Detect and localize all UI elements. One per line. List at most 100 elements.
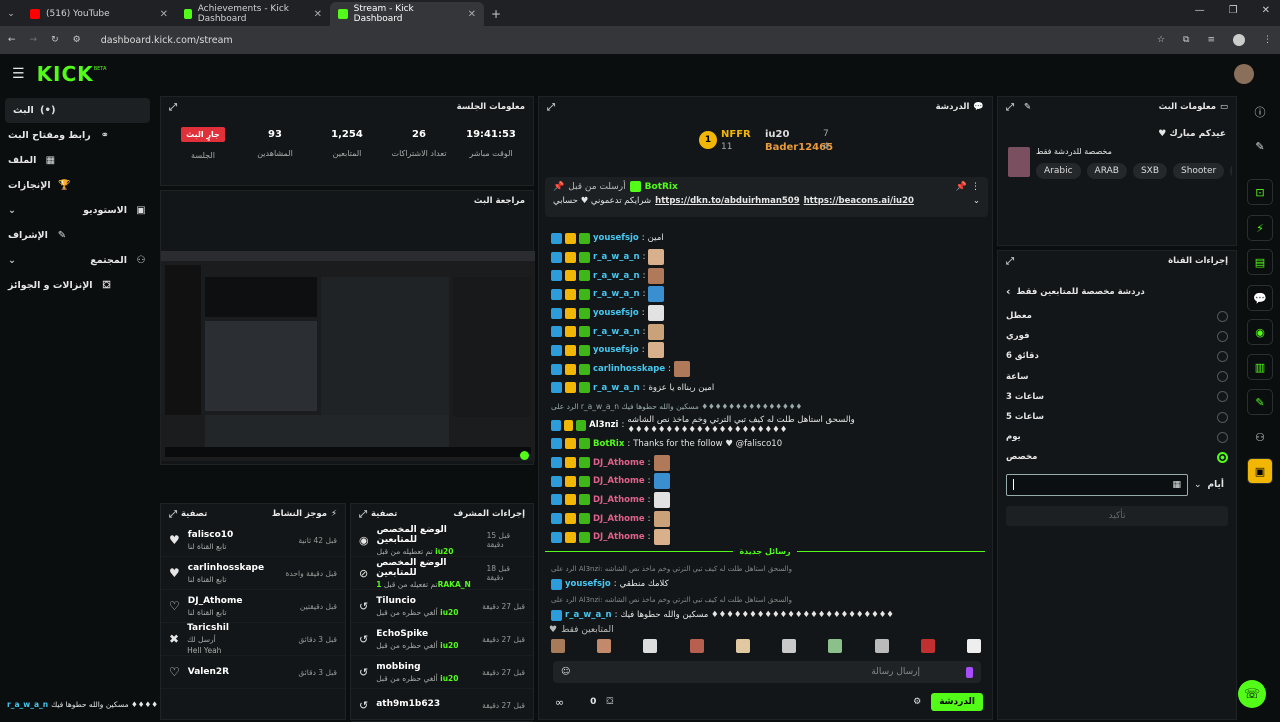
expand-icon[interactable]: ⤢ <box>169 509 177 520</box>
filter-button[interactable]: تصفية <box>371 509 397 519</box>
chatter-avatar[interactable] <box>828 639 843 653</box>
chat-message[interactable]: DJ_Athome: <box>539 528 984 547</box>
chat-message[interactable]: yousefsjo: كلامك منطقي <box>539 575 984 594</box>
new-tab-icon[interactable]: + <box>484 2 508 26</box>
radio-button[interactable] <box>1217 411 1228 423</box>
sidebar-item[interactable]: ✎ الإشراف <box>0 223 155 248</box>
chat-username[interactable]: r_a_w_a_n <box>593 327 640 337</box>
media-icon[interactable]: ≡ <box>1207 35 1215 45</box>
close-tab-icon[interactable]: ✕ <box>314 9 322 20</box>
sidebar-item[interactable]: (•) البث <box>5 98 150 123</box>
chatter-avatar[interactable] <box>689 639 704 653</box>
mic-icon[interactable] <box>966 666 973 678</box>
chat-username[interactable]: r_a_w_a_n <box>593 383 640 393</box>
camera-frame-icon[interactable]: ⊡ <box>1247 179 1273 205</box>
mod-action-item[interactable]: ↺ mobbing ألغي حظره من قبل iu20 قبل 27 دقيق… <box>351 656 533 689</box>
sidebar-item[interactable]: ▦ الملف <box>0 148 155 173</box>
mod-action-by[interactable]: iu20 <box>440 608 458 617</box>
activity-item[interactable]: ♡ Valen2R قبل 3 دقائق <box>161 656 345 689</box>
stream-tag[interactable]: ARAB <box>1086 163 1127 179</box>
infinity-icon[interactable]: ∞ <box>555 696 564 709</box>
support-chat-icon[interactable]: ☏ <box>1238 680 1266 708</box>
chat-username[interactable]: DJ_Athome <box>593 458 645 468</box>
chat-username[interactable]: r_a_w_a_n <box>593 289 640 299</box>
radio-button[interactable] <box>1217 330 1228 342</box>
duration-unit-select[interactable]: أيام <box>1208 480 1224 490</box>
sidebar-item[interactable]: 🏆 الإنجازات <box>0 173 155 198</box>
activity-item[interactable]: ♥ falisco10 تابع القناة لنا قبل 42 ثانية <box>161 524 345 557</box>
expand-icon[interactable]: ⤢ <box>169 102 177 113</box>
stream-preview-video[interactable] <box>161 251 535 461</box>
close-window-icon[interactable]: ✕ <box>1262 5 1270 16</box>
chat-message[interactable]: yousefsjo: <box>539 304 984 323</box>
close-tab-icon[interactable]: ✕ <box>468 9 476 20</box>
filter-button[interactable]: تصفية <box>181 509 207 519</box>
chat-message[interactable]: r_a_w_a_n: <box>539 266 984 285</box>
minimize-icon[interactable]: — <box>1195 5 1205 16</box>
tab-list-chevron-icon[interactable]: ⌄ <box>0 2 22 26</box>
chat-message[interactable]: r_a_w_a_n: <box>539 248 984 267</box>
chat-username[interactable]: carlinhosskape <box>593 364 665 374</box>
chevron-down-icon[interactable]: ⌄ <box>1194 480 1202 490</box>
browser-tab-youtube[interactable]: (516) YouTube ✕ <box>22 2 176 26</box>
sidebar-item[interactable]: ⚇ المجتمع ⌄ <box>0 248 155 273</box>
chat-username[interactable]: DJ_Athome <box>593 495 645 505</box>
chat-message[interactable]: DJ_Athome: <box>539 472 984 491</box>
chat-message[interactable]: DJ_Athome: <box>539 509 984 528</box>
chatter-avatar[interactable] <box>782 639 797 653</box>
more-options-icon[interactable]: ⋮ <box>971 182 980 192</box>
hamburger-menu-icon[interactable]: ☰ <box>12 66 25 82</box>
mod-action-item[interactable]: ↺ Tiluncio ألغي حظره من قبل iu20 قبل 27 دقي… <box>351 590 533 623</box>
url-field[interactable]: dashboard.kick.com/stream <box>101 35 233 46</box>
chat-message[interactable]: carlinhosskape: <box>539 360 984 379</box>
activity-user[interactable]: Taricshil <box>187 623 229 633</box>
mod-action-item[interactable]: ↺ EchoSpike ألغي حظره من قبل iu20 قبل 27 دق… <box>351 623 533 656</box>
chat-icon[interactable]: 💬 <box>1247 285 1273 311</box>
chatter-avatar[interactable] <box>551 639 565 653</box>
kick-logo[interactable]: KICK <box>37 62 94 86</box>
chat-username[interactable]: DJ_Athome <box>593 476 645 486</box>
calculator-icon[interactable]: ▦ <box>1172 480 1181 490</box>
mod-action-by[interactable]: iu20 <box>440 641 458 650</box>
sidebar-item[interactable]: ⛋ الإنزالات و الجوائز <box>0 273 155 298</box>
stream-tag[interactable]: Shooter <box>1173 163 1225 179</box>
maximize-icon[interactable]: ❐ <box>1229 5 1238 16</box>
chatter-avatar[interactable] <box>920 639 935 653</box>
activity-item[interactable]: ✖ Taricshil أرسل لك Hell Yeah قبل 3 دقائق <box>161 623 345 656</box>
edit-pencil-icon[interactable]: ✎ <box>1024 102 1031 112</box>
pinned-link[interactable]: https://dkn.to/abduirhman509 <box>655 196 799 206</box>
chevron-down-icon[interactable]: ⌄ <box>8 255 16 266</box>
slow-mode-option[interactable]: 5 ساعات <box>998 407 1236 427</box>
chat-message[interactable]: BotRix: Thanks for the follow ♥ @falisco1… <box>539 435 984 454</box>
unpin-icon[interactable]: 📌 <box>956 182 967 192</box>
mod-action-by[interactable]: iu20 <box>435 547 453 556</box>
clapper-icon[interactable]: ▣ <box>1247 458 1273 484</box>
slow-mode-option[interactable]: ساعة <box>998 367 1236 387</box>
mod-action-by[interactable]: iu20 <box>440 674 458 683</box>
chevron-left-icon[interactable]: ‹ <box>1006 285 1011 298</box>
info-icon[interactable]: ⓘ <box>1247 99 1273 125</box>
chat-username[interactable]: r_a_w_a_n <box>593 271 640 281</box>
chat-message[interactable]: r_a_w_a_n: <box>539 322 984 341</box>
reload-icon[interactable]: ↻ <box>51 35 59 45</box>
back-row[interactable]: ‹ دردشة مخصصة للمتابعين فقط <box>998 271 1236 302</box>
radio-button[interactable] <box>1217 451 1228 463</box>
activity-user[interactable]: DJ_Athome <box>188 596 243 606</box>
chevron-down-icon[interactable]: ⌄ <box>8 205 16 216</box>
chevron-down-icon[interactable]: ⌄ <box>973 196 980 206</box>
user-avatar[interactable] <box>1234 64 1254 84</box>
activity-user[interactable]: carlinhosskape <box>188 563 264 573</box>
activity-item[interactable]: ♡ DJ_Athome تابع القناة لنا قبل دقيقتين <box>161 590 345 623</box>
community-icon[interactable]: ⚇ <box>1247 424 1273 450</box>
category-thumbnail[interactable] <box>1008 147 1030 177</box>
radio-button[interactable] <box>1217 391 1228 403</box>
chat-message[interactable]: Al3nzi: والسحق استاهل طلت له كيف تبي التر… <box>539 415 984 435</box>
chat-username[interactable]: DJ_Athome <box>593 532 645 542</box>
edit-pencil-icon[interactable]: ✎ <box>1247 133 1273 159</box>
chat-username[interactable]: Al3nzi <box>589 420 618 430</box>
chat-username[interactable]: r_a_w_a_n <box>593 252 640 262</box>
slow-mode-option[interactable]: معطل <box>998 306 1236 326</box>
activity-user[interactable]: falisco10 <box>188 530 234 540</box>
sidebar-item[interactable]: ⚭ رابط ومفتاح البث <box>0 123 155 148</box>
browser-menu-icon[interactable]: ⋮ <box>1263 35 1272 45</box>
